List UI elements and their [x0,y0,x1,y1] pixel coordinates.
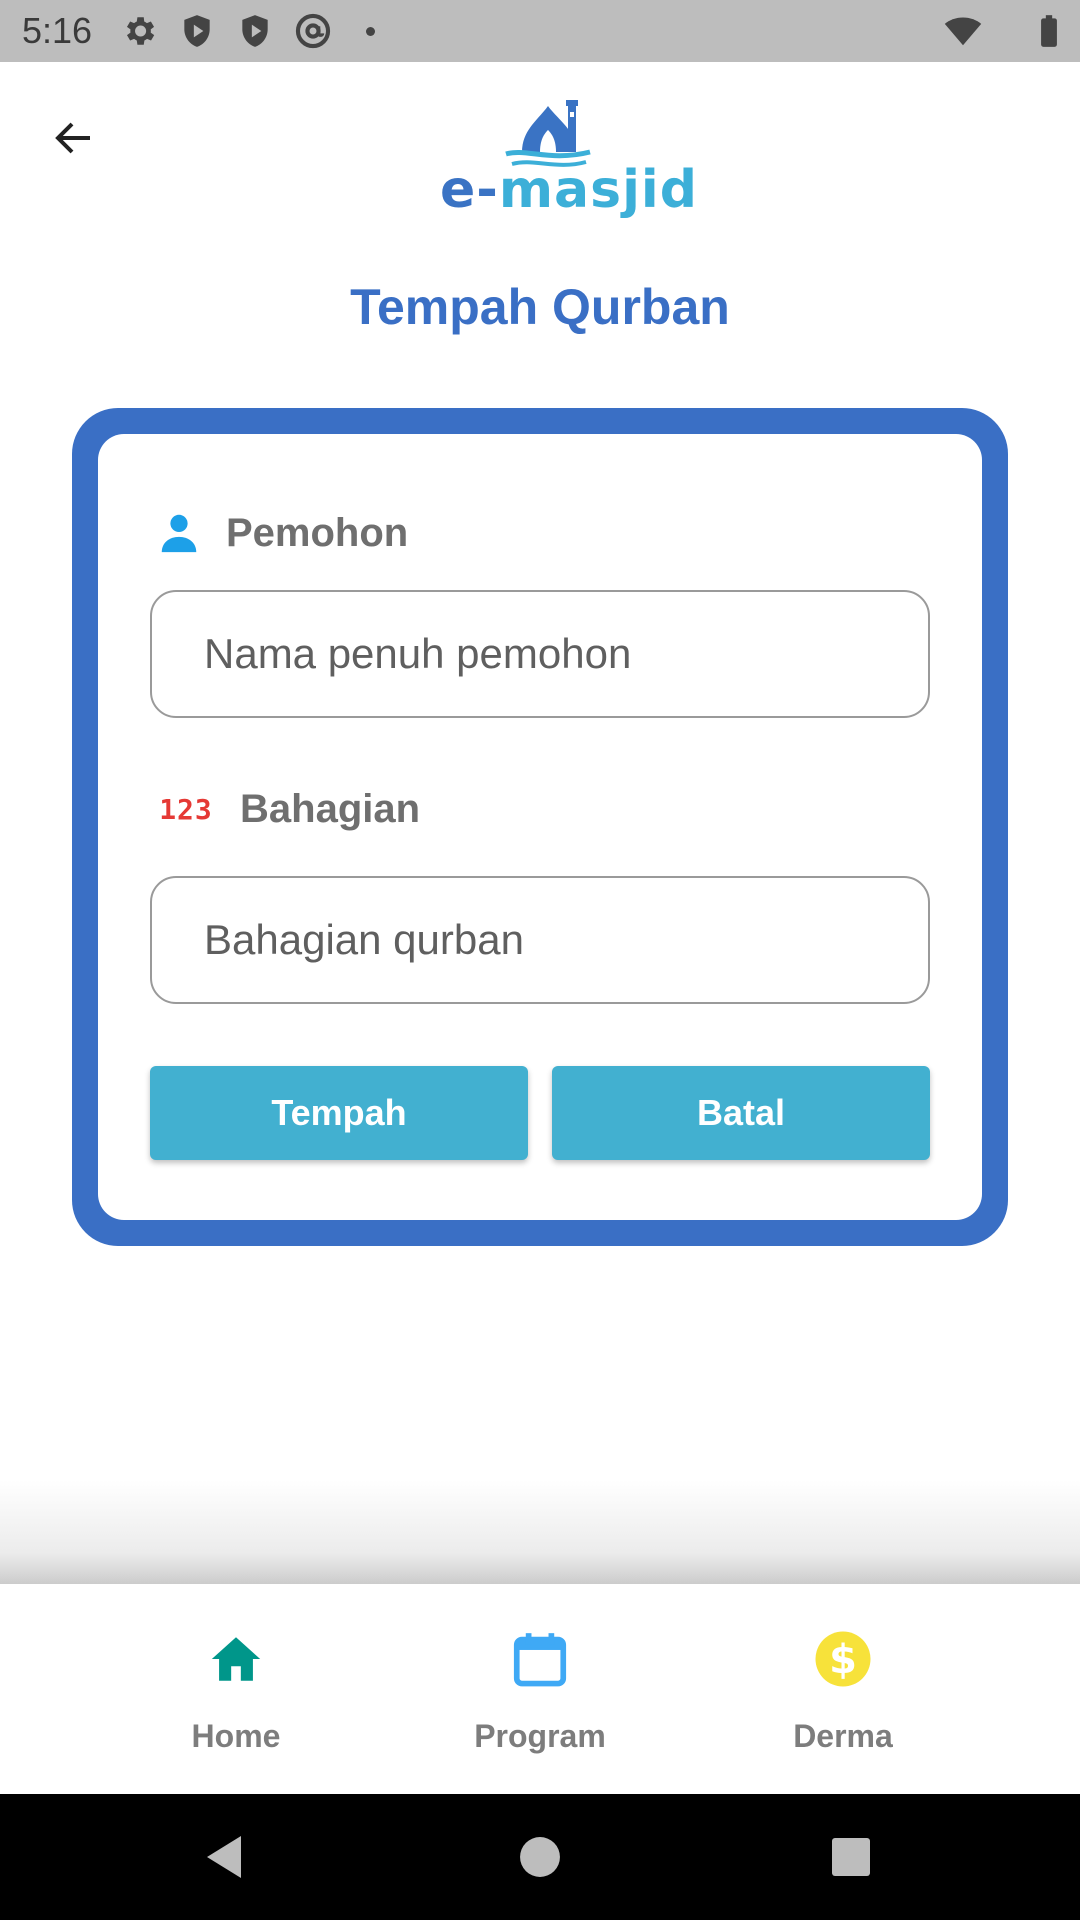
nav-item-program[interactable]: Program [415,1584,665,1794]
portion-input[interactable] [204,916,928,964]
booking-form-card: Pemohon 123 Bahagian Tempah Batal [72,408,1008,1246]
logo-text-main: masjid [498,160,698,220]
page-title: Tempah Qurban [350,279,730,335]
square-recents-icon [832,1838,870,1876]
dollar-icon: $ [718,1624,968,1694]
booking-form-card-inner: Pemohon 123 Bahagian Tempah Batal [98,434,982,1220]
nav-label-derma: Derma [793,1718,893,1754]
applicant-name-input[interactable] [204,630,928,678]
triangle-back-icon [207,1836,241,1878]
portion-number-badge: 123 [159,792,213,826]
circle-home-icon [520,1837,560,1877]
at-sign-icon [295,13,331,49]
nav-label-program: Program [474,1718,606,1754]
system-navigation-bar [0,1794,1080,1920]
submit-booking-button[interactable]: Tempah [150,1066,528,1160]
arrow-back-icon [55,122,90,154]
applicant-label-row: Pemohon [154,508,408,558]
cancel-button[interactable]: Batal [552,1066,930,1160]
portion-field[interactable] [150,876,930,1004]
battery-icon [1041,15,1057,47]
bottom-nav-shadow [0,1480,1080,1584]
home-icon [111,1624,361,1694]
svg-text:$: $ [829,1637,857,1683]
system-recents-button[interactable] [818,1824,884,1890]
applicant-label: Pemohon [226,510,409,555]
nav-item-derma[interactable]: $ Derma [718,1584,968,1794]
system-back-button[interactable] [190,1824,256,1890]
calendar-icon [415,1624,665,1694]
nav-item-home[interactable]: Home [111,1584,361,1794]
play-protect-shield-icon-2 [242,15,268,47]
status-time: 5:16 [22,10,93,51]
logo-text-prefix: e- [440,160,499,220]
status-bar: 5:16 [0,0,1080,62]
wifi-icon [944,17,982,46]
system-home-button[interactable] [507,1824,573,1890]
back-button[interactable] [44,108,104,168]
123-numbers-icon: 123 [154,784,218,834]
portion-label-row: 123 Bahagian [154,784,420,834]
applicant-name-field[interactable] [150,590,930,718]
bottom-navigation: Home Program $ Derma [0,1584,1080,1794]
nav-label-home: Home [191,1718,281,1754]
settings-gear-icon [126,17,155,45]
logo-wordmark: e-masjid [440,160,698,220]
person-icon [154,508,204,558]
portion-label: Bahagian [240,786,421,831]
play-protect-shield-icon [184,15,210,47]
notification-dot [366,27,375,36]
